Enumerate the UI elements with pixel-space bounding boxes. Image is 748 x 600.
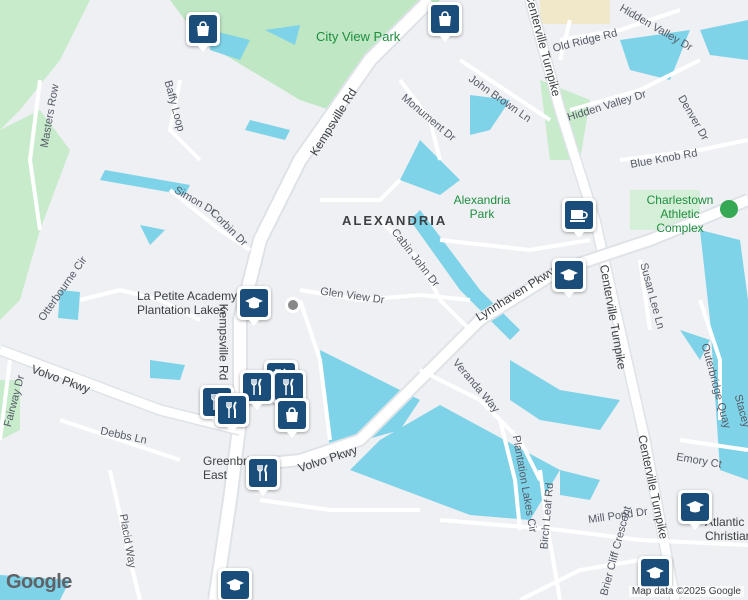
graduation-cap-icon (221, 571, 249, 599)
school-marker[interactable] (552, 258, 586, 298)
area-label-alexandria: ALEXANDRIA (342, 213, 448, 228)
park-label-city-view[interactable]: City View Park (316, 29, 400, 44)
graduation-cap-icon (555, 261, 583, 289)
shopping-bag-icon (431, 5, 459, 33)
restaurant-marker[interactable] (246, 456, 280, 496)
coffee-cup-icon (565, 201, 593, 229)
shopping-marker[interactable] (186, 12, 220, 52)
restaurant-marker[interactable] (215, 393, 249, 433)
restaurant-icon (218, 396, 246, 424)
shopping-marker[interactable] (428, 2, 462, 42)
map-attribution[interactable]: Map data ©2025 Google (628, 586, 744, 597)
cafe-marker[interactable] (562, 198, 596, 238)
shopping-bag-icon (278, 401, 306, 429)
graduation-cap-icon (240, 289, 268, 317)
poi-label-charlestown[interactable]: Charlestown Athletic Complex (640, 193, 720, 235)
school-marker[interactable] (678, 490, 712, 530)
restaurant-icon (275, 373, 303, 401)
park-pin-icon[interactable] (720, 200, 738, 218)
google-logo[interactable]: Google (6, 571, 72, 594)
map-canvas[interactable]: ALEXANDRIA City View Park Alexandria Par… (0, 0, 748, 600)
restaurant-icon (249, 459, 277, 487)
graduation-cap-icon (641, 559, 669, 587)
location-pin-icon[interactable] (285, 297, 301, 313)
school-marker[interactable] (638, 556, 672, 596)
road-label-kempsville-rd-lower: Kempsville Rd (216, 303, 231, 381)
park-label-alexandria[interactable]: Alexandria Park (447, 193, 517, 221)
school-marker[interactable] (237, 286, 271, 326)
graduation-cap-icon (681, 493, 709, 521)
shopping-bag-icon (189, 15, 217, 43)
shopping-marker[interactable] (275, 398, 309, 438)
school-marker[interactable] (218, 568, 252, 600)
